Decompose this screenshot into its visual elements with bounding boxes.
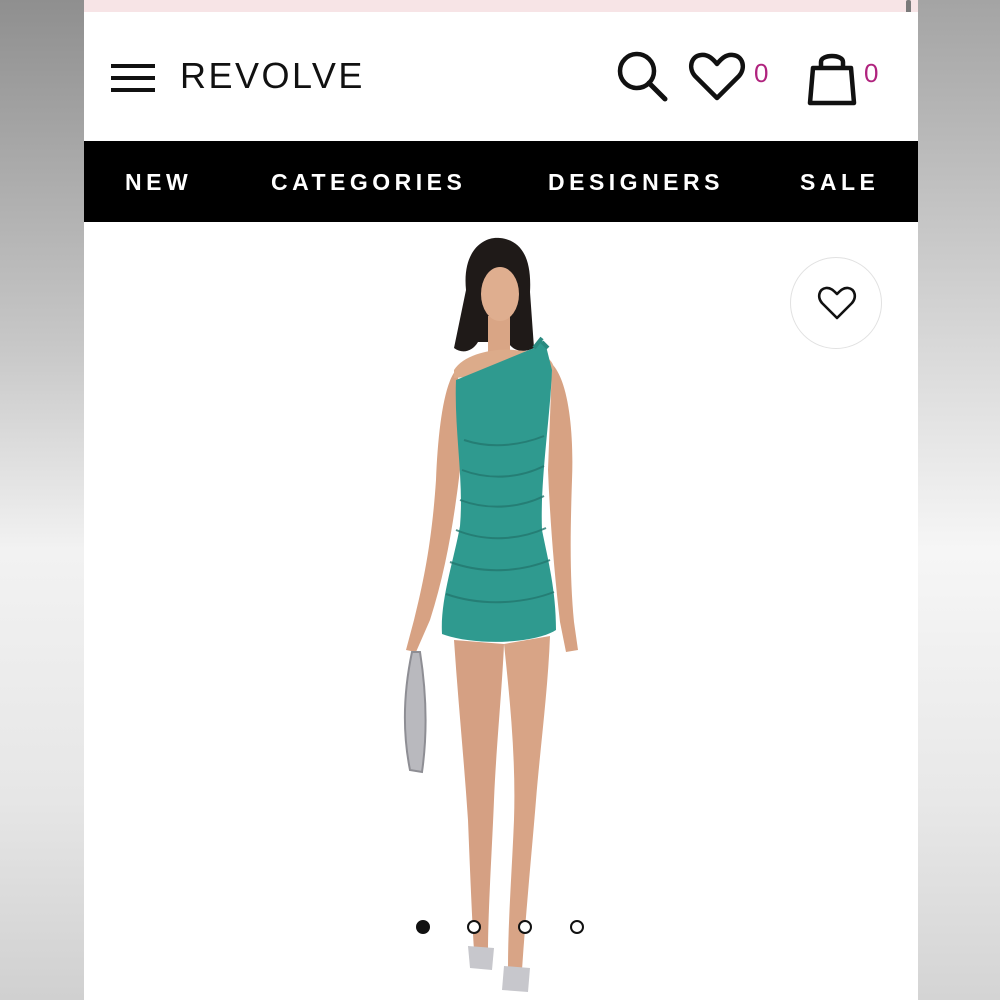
shopping-bag-button[interactable] — [804, 48, 860, 108]
shopping-bag-icon — [807, 53, 857, 106]
add-to-favorites-button[interactable] — [790, 257, 882, 349]
bag-count: 0 — [864, 58, 879, 88]
photo-frame-left — [0, 0, 84, 1000]
carousel-dot[interactable] — [467, 920, 481, 934]
carousel-dot[interactable] — [416, 920, 430, 934]
site-header: REVOLVE 0 0 — [84, 12, 918, 141]
search-button[interactable] — [614, 48, 672, 106]
product-photo — [403, 237, 578, 992]
hamburger-icon-line — [111, 76, 155, 80]
nav-item-sale[interactable]: SALE — [800, 168, 879, 196]
menu-button[interactable] — [111, 64, 155, 92]
main-navigation: NEW CATEGORIES DESIGNERS SALE — [84, 141, 918, 222]
product-image-area[interactable] — [84, 222, 918, 1000]
nav-item-categories[interactable]: CATEGORIES — [271, 168, 466, 196]
hamburger-icon-line — [111, 88, 155, 92]
revolve-logo[interactable]: REVOLVE — [180, 54, 365, 98]
phone-screen: REVOLVE 0 0 NEW CATEGORIES DESIGNERS SAL… — [84, 0, 918, 1000]
wishlist-button[interactable] — [688, 50, 746, 104]
heart-outline-icon — [817, 286, 857, 320]
search-icon — [617, 51, 668, 102]
photo-frame-right — [918, 0, 1000, 1000]
nav-item-designers[interactable]: DESIGNERS — [548, 168, 724, 196]
wishlist-count: 0 — [754, 58, 769, 88]
hamburger-icon-line — [111, 64, 155, 68]
promo-banner-strip[interactable] — [84, 0, 918, 12]
carousel-dot[interactable] — [570, 920, 584, 934]
carousel-dot[interactable] — [518, 920, 532, 934]
carousel-pagination — [84, 920, 918, 940]
nav-item-new[interactable]: NEW — [125, 168, 192, 196]
heart-icon — [688, 52, 746, 101]
